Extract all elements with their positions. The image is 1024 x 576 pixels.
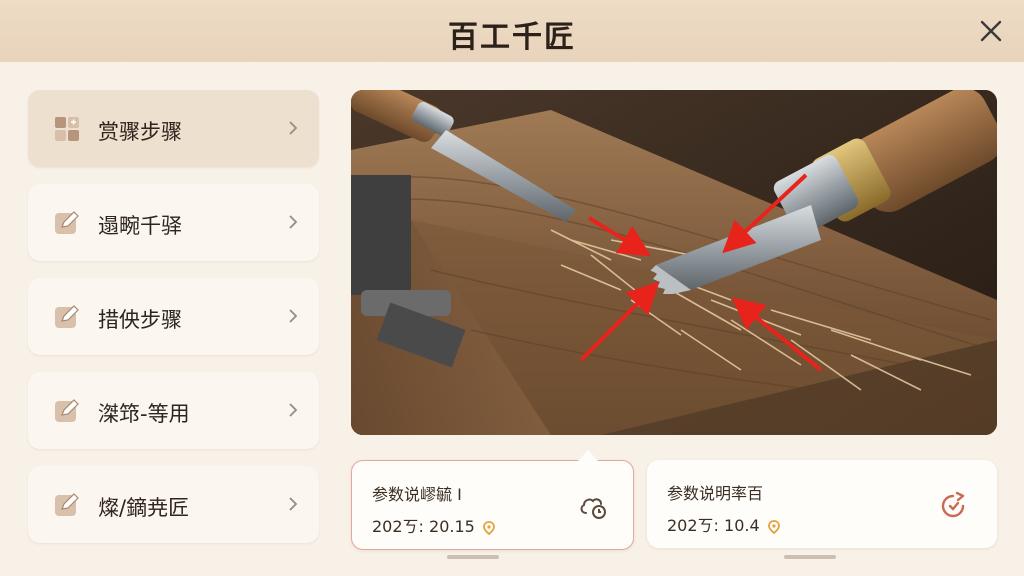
info-card-1[interactable]: 参数说嵺毓 I 202ㄎ: 20.15 [351,450,634,550]
chisel-photo [351,90,997,435]
sidebar-item-4[interactable]: 滐筇-等用 [28,372,319,449]
chevron-right-icon [289,215,298,229]
card-date-text: 202ㄎ: 10.4 [667,516,760,535]
chevron-right-icon [289,121,298,135]
card-date: 202ㄎ: 20.15 [372,513,495,537]
edit-icon [55,399,79,422]
location-pin-icon [767,519,780,534]
woodworking-illustration [351,90,997,435]
info-card-2[interactable]: 参数说明率百 202ㄎ: 10.4 [647,460,997,548]
scroll-handle[interactable] [784,555,836,559]
card-date: 202ㄎ: 10.4 [667,512,780,536]
location-pin-icon [483,520,495,535]
edit-icon [55,305,79,328]
sidebar-item-label: 赏骤步骤 [98,120,182,144]
sidebar-item-label: 燦/鏑尭匠 [98,496,190,520]
sidebar-item-label: 遢畹千驿 [98,214,182,238]
main-content: 赏骤步骤 遢畹千驿 措佒步骤 滐筇-等用 燦/鏑尭匠 参数说嵺毓 I 202ㄎ:… [0,62,1024,576]
sidebar-item-label: 措佒步骤 [98,308,182,332]
card-row: 参数说嵺毓 I 202ㄎ: 20.15 参数说明率百 202ㄎ: 10.4 [351,450,997,570]
chevron-right-icon [289,497,298,511]
card-title: 参数说明率百 [667,484,764,503]
chevron-right-icon [289,309,298,323]
sidebar-item-1[interactable]: 赏骤步骤 [28,90,319,167]
card-date-text: 202ㄎ: 20.15 [372,517,475,536]
title-bar: 百工千匠 [0,0,1024,63]
sidebar-item-3[interactable]: 措佒步骤 [28,278,319,355]
scroll-handle[interactable] [447,555,499,559]
chevron-right-icon [289,403,298,417]
cloud-refresh-icon[interactable] [577,491,609,523]
sidebar-item-2[interactable]: 遢畹千驿 [28,184,319,261]
card-title: 参数说嵺毓 I [372,485,462,504]
edit-icon [55,493,79,516]
edit-icon [55,211,79,234]
card-pointer [578,450,598,461]
page-title: 百工千匠 [448,20,576,55]
sidebar-item-5[interactable]: 燦/鏑尭匠 [28,466,319,543]
grid-icon [55,117,79,141]
close-icon [980,20,1002,42]
timer-refresh-icon[interactable] [937,490,969,522]
close-button[interactable] [974,14,1008,48]
sidebar: 赏骤步骤 遢畹千驿 措佒步骤 滐筇-等用 燦/鏑尭匠 [28,90,319,560]
sidebar-item-label: 滐筇-等用 [98,402,190,426]
